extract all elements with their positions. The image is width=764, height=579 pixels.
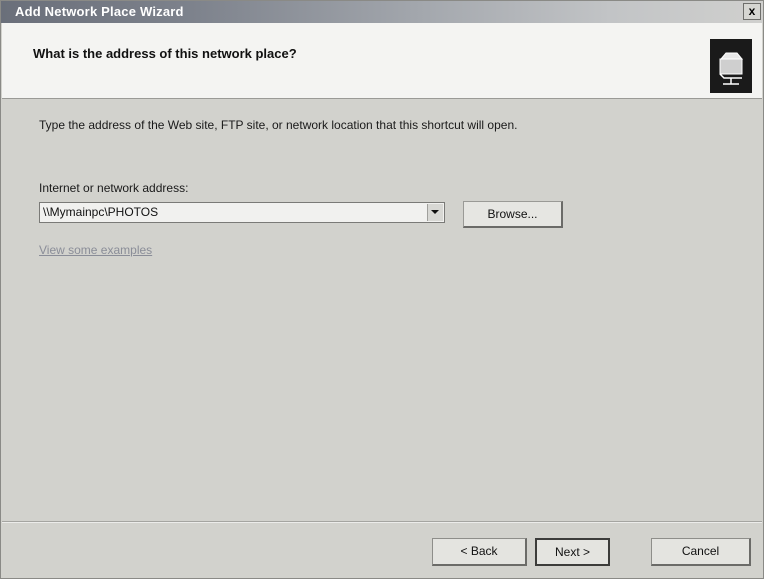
address-label: Internet or network address:: [39, 181, 189, 195]
address-input[interactable]: \\Mymainpc\PHOTOS: [43, 205, 158, 219]
network-folder-icon: [710, 39, 752, 93]
next-button[interactable]: Next >: [535, 538, 610, 566]
wizard-header: What is the address of this network plac…: [2, 23, 762, 99]
title-bar[interactable]: Add Network Place Wizard x: [1, 1, 763, 23]
wizard-content: Type the address of the Web site, FTP si…: [2, 99, 762, 519]
close-icon: x: [748, 4, 756, 18]
wizard-window: Add Network Place Wizard x What is the a…: [0, 0, 764, 579]
chevron-down-icon: [431, 210, 439, 214]
footer-divider: [2, 521, 762, 523]
address-combobox[interactable]: \\Mymainpc\PHOTOS: [39, 202, 445, 223]
browse-button[interactable]: Browse...: [463, 201, 563, 228]
page-heading: What is the address of this network plac…: [33, 46, 297, 61]
view-examples-link[interactable]: View some examples: [39, 243, 152, 257]
cancel-button[interactable]: Cancel: [651, 538, 751, 566]
back-button[interactable]: < Back: [432, 538, 527, 566]
window-title: Add Network Place Wizard: [15, 4, 184, 19]
instructions-text: Type the address of the Web site, FTP si…: [39, 118, 518, 132]
address-dropdown-button[interactable]: [427, 204, 443, 221]
close-button[interactable]: x: [743, 3, 761, 20]
